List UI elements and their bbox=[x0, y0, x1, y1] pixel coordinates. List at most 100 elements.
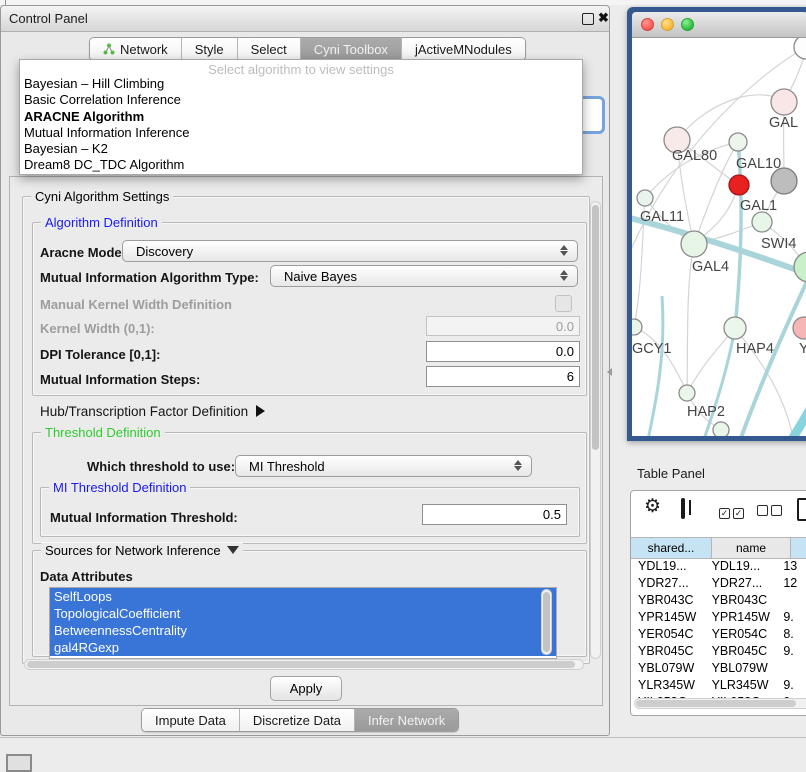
algorithm-option[interactable]: Bayesian – K2 bbox=[20, 141, 582, 157]
tab-style[interactable]: Style bbox=[182, 38, 238, 60]
mi-type-select[interactable]: Naive Bayes bbox=[270, 265, 578, 287]
network-node[interactable] bbox=[729, 133, 747, 151]
tab-discretize-data[interactable]: Discretize Data bbox=[240, 709, 355, 731]
network-node[interactable] bbox=[632, 319, 642, 335]
apply-button[interactable]: Apply bbox=[270, 676, 342, 701]
table-cell[interactable]: 9. bbox=[776, 643, 806, 660]
network-node[interactable] bbox=[729, 175, 749, 195]
tab-impute-data[interactable]: Impute Data bbox=[142, 709, 240, 731]
close-traffic-light-icon[interactable] bbox=[641, 18, 654, 31]
table-cell[interactable]: YBR043C bbox=[705, 592, 777, 609]
table-row[interactable]: YBR045CYBR045C9. bbox=[631, 643, 806, 660]
zoom-traffic-light-icon[interactable] bbox=[681, 18, 694, 31]
table-row[interactable]: YBR043CYBR043C bbox=[631, 592, 806, 609]
table-cell[interactable]: 9. bbox=[776, 609, 806, 626]
table-row[interactable]: YER054CYER054C8. bbox=[631, 626, 806, 643]
table-cell[interactable]: YLR345W bbox=[631, 677, 705, 694]
table-cell[interactable]: YER054C bbox=[631, 626, 705, 643]
data-attribute-item-selected[interactable]: BetweennessCentrality bbox=[50, 622, 556, 639]
mi-steps-field[interactable] bbox=[426, 366, 580, 387]
select-all-checkboxes-icon[interactable]: ✓✓ bbox=[719, 503, 747, 521]
algorithm-option[interactable]: ARACNE Algorithm bbox=[20, 109, 582, 125]
table-row[interactable]: YLR345WYLR345W9. bbox=[631, 677, 806, 694]
table-cell[interactable]: YBR045C bbox=[631, 643, 705, 660]
table-cell[interactable]: 9. bbox=[776, 677, 806, 694]
column-header-shared[interactable]: shared... bbox=[631, 538, 712, 558]
table-cell[interactable]: YPR145W bbox=[705, 609, 777, 626]
table-row[interactable]: YBL079WYBL079W bbox=[631, 660, 806, 677]
tab-cyni-toolbox[interactable]: Cyni Toolbox bbox=[301, 38, 402, 60]
algorithm-option[interactable]: Mutual Information Inference bbox=[20, 125, 582, 141]
data-attribute-item-selected[interactable]: gal4RGexp bbox=[50, 639, 556, 656]
dpi-tolerance-field[interactable] bbox=[426, 341, 580, 362]
panel-divider-handle[interactable] bbox=[607, 368, 612, 376]
attribute-list-scrollbar[interactable] bbox=[541, 589, 552, 655]
settings-vertical-scrollbar[interactable] bbox=[590, 201, 601, 659]
close-icon[interactable]: ✖ bbox=[598, 10, 609, 26]
new-column-doc-icon[interactable] bbox=[797, 498, 806, 521]
network-window-titlebar[interactable] bbox=[632, 12, 806, 38]
which-threshold-select[interactable]: MI Threshold bbox=[235, 455, 532, 477]
network-node[interactable] bbox=[724, 317, 746, 339]
tab-infer-network[interactable]: Infer Network bbox=[355, 709, 458, 731]
network-node[interactable] bbox=[794, 252, 806, 282]
minimize-traffic-light-icon[interactable] bbox=[661, 18, 674, 31]
kernel-width-field[interactable] bbox=[426, 316, 580, 336]
table-cell[interactable]: YBR043C bbox=[631, 592, 705, 609]
network-node[interactable] bbox=[637, 190, 653, 206]
tab-network[interactable]: Network bbox=[90, 38, 182, 60]
network-node[interactable] bbox=[794, 38, 806, 59]
column-layout-icon[interactable] bbox=[681, 498, 685, 519]
table-cell[interactable]: YBL079W bbox=[705, 660, 777, 677]
table-row[interactable]: YPR145WYPR145W9. bbox=[631, 609, 806, 626]
network-node[interactable] bbox=[679, 385, 695, 401]
table-cell[interactable]: YLR345W bbox=[705, 677, 777, 694]
table-cell[interactable]: YDL19... bbox=[631, 558, 705, 575]
network-node[interactable] bbox=[793, 317, 806, 339]
tab-select[interactable]: Select bbox=[238, 38, 301, 60]
algorithm-option[interactable]: Dream8 DC_TDC Algorithm bbox=[20, 157, 582, 173]
column-header-3[interactable] bbox=[791, 538, 806, 558]
table-cell[interactable]: YBR045C bbox=[705, 643, 777, 660]
algorithm-option[interactable]: Basic Correlation Inference bbox=[20, 92, 582, 108]
network-edge[interactable] bbox=[677, 95, 784, 140]
table-cell[interactable]: YDL19... bbox=[705, 558, 777, 575]
column-header-name[interactable]: name bbox=[712, 538, 791, 558]
sources-title[interactable]: Sources for Network Inference bbox=[41, 543, 243, 558]
manual-kernel-checkbox[interactable] bbox=[555, 295, 572, 312]
table-cell[interactable] bbox=[776, 660, 806, 677]
float-window-icon[interactable] bbox=[582, 13, 594, 25]
table-cell[interactable]: YBL079W bbox=[631, 660, 705, 677]
data-attributes-list[interactable]: SelfLoopsTopologicalCoefficientBetweenne… bbox=[49, 587, 557, 659]
aracne-mode-select[interactable]: Discovery bbox=[122, 240, 578, 262]
table-cell[interactable]: 8. bbox=[776, 626, 806, 643]
table-cell[interactable]: 13 bbox=[776, 558, 806, 575]
network-node[interactable] bbox=[771, 89, 797, 115]
table-row[interactable]: YDR27...YDR27...12 bbox=[631, 575, 806, 592]
control-panel-titlebar[interactable]: Control Panel ✖ bbox=[1, 6, 609, 32]
mi-threshold-field[interactable] bbox=[422, 504, 567, 525]
table-cell[interactable] bbox=[776, 592, 806, 609]
network-edge[interactable] bbox=[642, 296, 663, 436]
hub-definition-toggle[interactable]: Hub/Transcription Factor Definition bbox=[40, 404, 265, 419]
table-cell[interactable]: YPR145W bbox=[631, 609, 705, 626]
network-node[interactable] bbox=[681, 231, 707, 257]
table-horizontal-scrollbar[interactable] bbox=[634, 698, 806, 709]
network-node[interactable] bbox=[713, 422, 729, 436]
data-attribute-item-selected[interactable]: TopologicalCoefficient bbox=[50, 605, 556, 622]
table-row[interactable]: YDL19...YDL19...13 bbox=[631, 558, 806, 575]
deselect-all-checkboxes-icon[interactable] bbox=[757, 503, 785, 521]
table-cell[interactable]: YDR27... bbox=[631, 575, 705, 592]
network-node[interactable] bbox=[752, 212, 772, 232]
table-settings-gear-icon[interactable]: ⚙ bbox=[644, 495, 661, 518]
table-body[interactable]: YDL19...YDL19...13YDR27...YDR27...12YBR0… bbox=[631, 558, 806, 698]
table-cell[interactable]: YER054C bbox=[705, 626, 777, 643]
data-attribute-item-selected[interactable]: SelfLoops bbox=[50, 588, 556, 605]
algorithm-option[interactable]: Bayesian – Hill Climbing bbox=[20, 76, 582, 92]
network-canvas[interactable]: GALGAL80GAL10GAL11GAL1SWI4GAL4GCY1HAP4YH… bbox=[632, 38, 806, 436]
table-cell[interactable]: YDR27... bbox=[705, 575, 777, 592]
network-edge[interactable] bbox=[770, 368, 806, 436]
table-cell[interactable]: 12 bbox=[776, 575, 806, 592]
minimized-panel-box[interactable] bbox=[6, 754, 32, 772]
tab-jactivemnodules[interactable]: jActiveMNodules bbox=[402, 38, 525, 60]
